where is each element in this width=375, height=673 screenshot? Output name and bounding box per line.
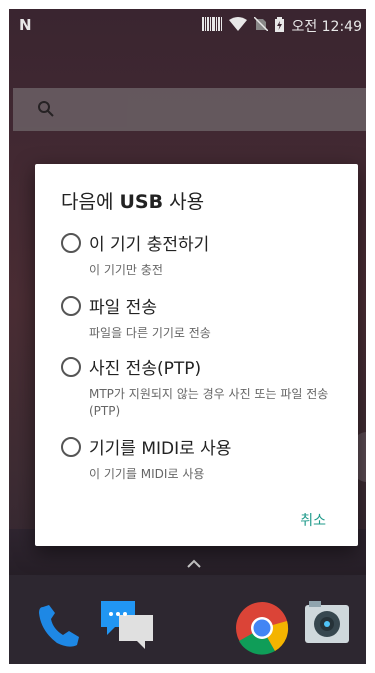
status-time: 오전 12:49 xyxy=(291,19,362,35)
option-label: 기기를 MIDI로 사용 xyxy=(89,439,232,459)
option-description: MTP가 지원되지 않는 경우 사진 또는 파일 전송(PTP) xyxy=(89,387,329,418)
radio-button[interactable] xyxy=(61,357,81,377)
option-description: 이 기기를 MIDI로 사용 xyxy=(89,467,205,481)
battery-charging-icon xyxy=(275,16,285,36)
option-file-transfer[interactable]: 파일 전송 파일을 다른 기기로 전송 xyxy=(61,295,351,340)
dock xyxy=(9,575,366,664)
option-label: 파일 전송 xyxy=(89,298,157,318)
radio-button[interactable] xyxy=(61,233,81,253)
option-ptp[interactable]: 사진 전송(PTP) MTP가 지원되지 않는 경우 사진 또는 파일 전송(P… xyxy=(61,356,351,418)
dialog-title: 다음에 USB 사용 xyxy=(61,187,204,214)
radio-button[interactable] xyxy=(61,296,81,316)
option-description: 파일을 다른 기기로 전송 xyxy=(89,326,211,340)
usb-usage-dialog: 다음에 USB 사용 이 기기 충전하기 이 기기만 충전 파일 전송 파일을 … xyxy=(35,164,358,546)
camera-icon[interactable] xyxy=(305,601,349,649)
radio-button[interactable] xyxy=(61,437,81,457)
option-description: 이 기기만 충전 xyxy=(89,263,163,277)
status-bar: N 오전 12:49 xyxy=(9,9,366,43)
phone-icon[interactable] xyxy=(35,601,85,655)
home-screen: N 오전 12:49 다음에 USB 사용 이 기기 충전하기 이 기기만 충전… xyxy=(9,9,366,664)
messaging-icon[interactable] xyxy=(101,601,157,655)
search-icon[interactable] xyxy=(37,100,55,122)
search-bar[interactable] xyxy=(13,88,366,131)
option-charge[interactable]: 이 기기 충전하기 이 기기만 충전 xyxy=(61,232,351,277)
option-label: 이 기기 충전하기 xyxy=(89,235,210,255)
dialog-title-usb: USB xyxy=(119,191,164,213)
dialog-title-suffix: 사용 xyxy=(163,191,205,213)
option-label: 사진 전송(PTP) xyxy=(89,359,202,379)
no-sim-icon xyxy=(253,16,269,35)
dialog-title-prefix: 다음에 xyxy=(61,191,120,213)
barcode-icon xyxy=(202,17,223,35)
notification-n-icon: N xyxy=(19,16,32,34)
wifi-icon xyxy=(229,17,248,35)
option-midi[interactable]: 기기를 MIDI로 사용 이 기기를 MIDI로 사용 xyxy=(61,436,351,481)
cancel-button[interactable]: 취소 xyxy=(300,510,326,530)
chrome-icon[interactable] xyxy=(235,601,289,659)
app-drawer-chevron-icon[interactable] xyxy=(187,557,201,573)
